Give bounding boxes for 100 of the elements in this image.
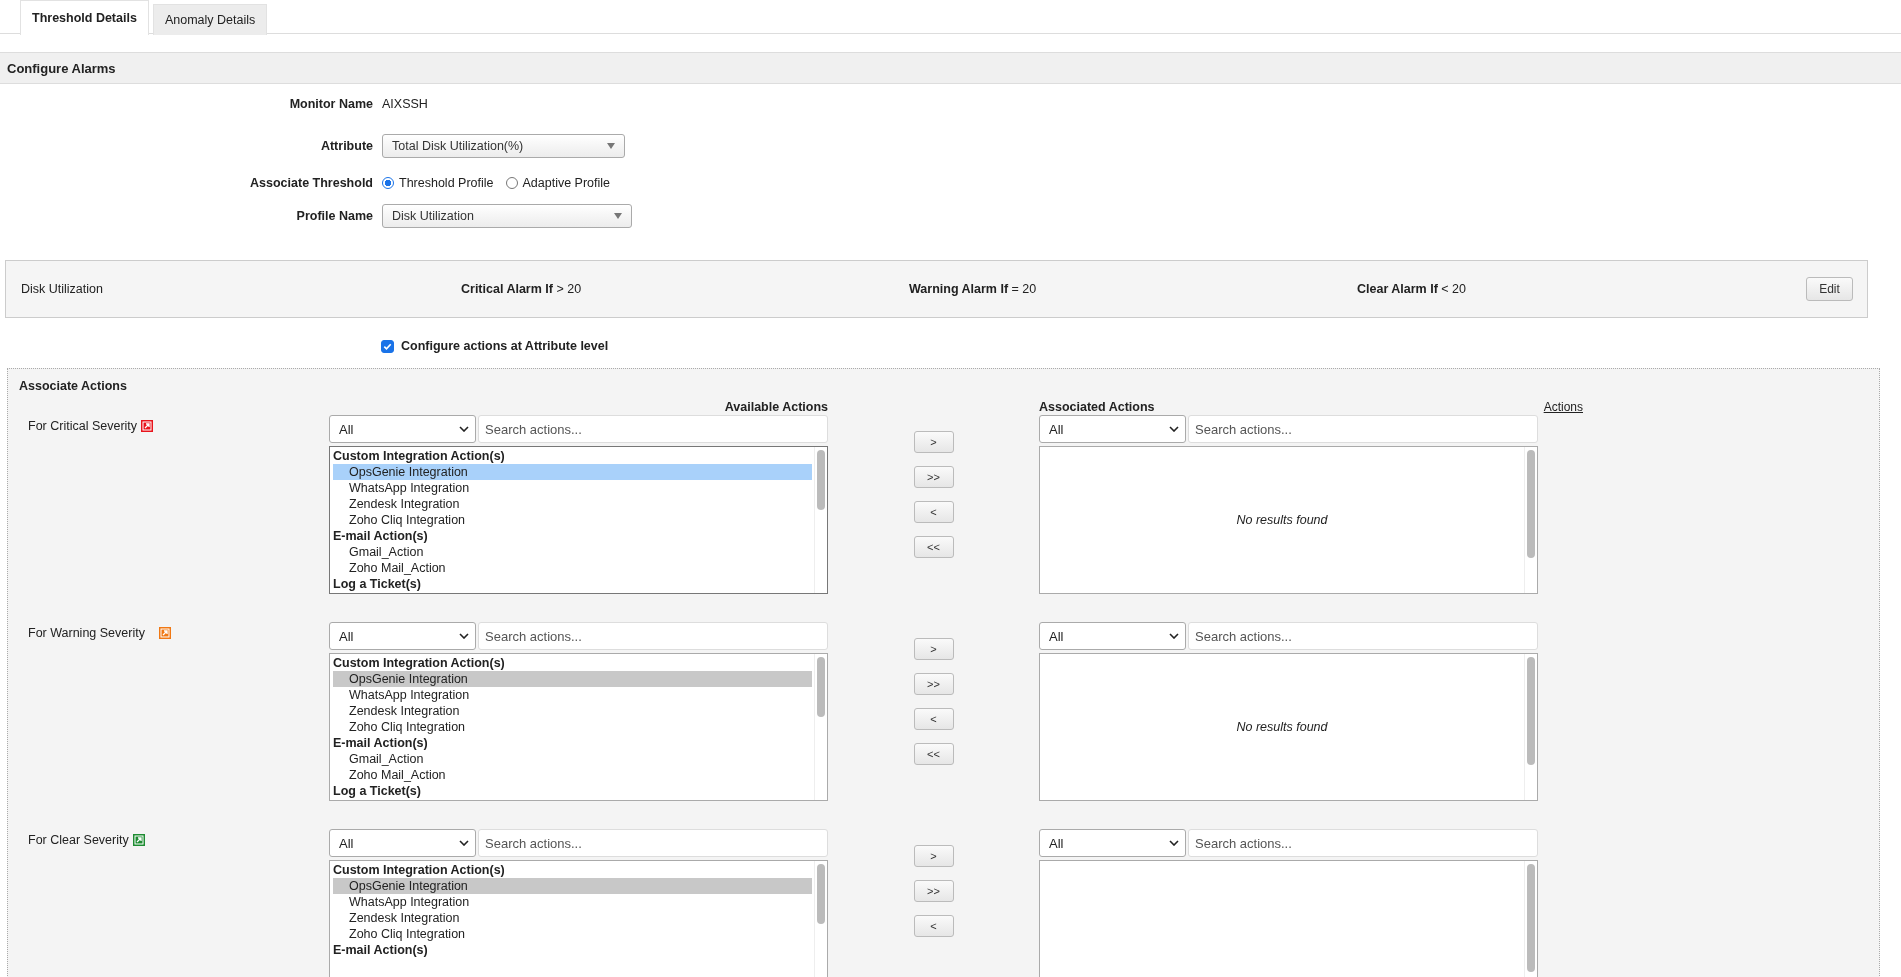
filter-select[interactable]: All (1039, 829, 1186, 857)
action-option[interactable]: Zoho Cliq Integration (333, 512, 812, 528)
action-option[interactable]: Zoho Mail_Action (333, 767, 812, 783)
action-option[interactable]: Gmail_Action (333, 544, 812, 560)
search-field[interactable]: Search actions... (1188, 415, 1538, 443)
available-actions-list[interactable]: Custom Integration Action(s) OpsGenie Integration WhatsApp Integration Zendesk Integration Zoho Cliq Integration E-mail Action(s) (329, 860, 828, 977)
action-group: Custom Integration Action(s) (333, 862, 812, 878)
checkbox[interactable] (381, 339, 394, 353)
scrollbar-thumb[interactable] (817, 864, 825, 924)
scrollbar-thumb[interactable] (817, 657, 825, 717)
move-button[interactable]: < (913, 915, 954, 937)
filter-select[interactable]: All (329, 622, 476, 650)
external-link-icon[interactable] (132, 834, 145, 846)
action-option[interactable]: Zoho Mail_Action (333, 560, 812, 576)
action-option[interactable]: WhatsApp Integration (333, 480, 812, 496)
action-group: Custom Integration Action(s) (333, 448, 812, 464)
external-link-icon[interactable] (158, 627, 171, 639)
search-field[interactable]: Search actions... (478, 415, 828, 443)
profile-name: Disk Utilization (21, 282, 104, 296)
move-button[interactable]: << (913, 743, 954, 765)
caret-icon (614, 213, 622, 219)
scrollbar-thumb[interactable] (1527, 657, 1535, 765)
action-group: Log a Ticket(s) (333, 576, 812, 592)
radio-option[interactable]: Adaptive Profile (505, 176, 611, 190)
associated-actions-list[interactable] (1039, 860, 1538, 977)
caret-icon (607, 143, 615, 149)
search-field[interactable]: Search actions... (1188, 829, 1538, 857)
panel-title: Associate Actions (19, 379, 128, 393)
search-field[interactable]: Search actions... (478, 622, 828, 650)
action-group: Custom Integration Action(s) (333, 655, 812, 671)
move-button[interactable]: > (913, 431, 954, 453)
associated-actions-list[interactable]: No results found (1039, 653, 1538, 801)
action-group: E-mail Action(s) (333, 942, 812, 958)
tab[interactable]: Threshold Details (20, 0, 149, 35)
empty-message: No results found (1236, 513, 1328, 527)
filter-select[interactable]: All (329, 415, 476, 443)
move-button[interactable]: << (913, 536, 954, 558)
search-field[interactable]: Search actions... (478, 829, 828, 857)
move-button[interactable]: < (913, 501, 954, 523)
scrollbar-thumb[interactable] (1527, 864, 1535, 972)
field-label: Profile Name (295, 209, 373, 223)
external-link-icon[interactable] (141, 420, 154, 432)
action-group: Log a Ticket(s) (333, 783, 812, 799)
action-group: E-mail Action(s) (333, 528, 812, 544)
available-actions-list[interactable]: Custom Integration Action(s) OpsGenie Integration WhatsApp Integration Zendesk Integration Zoho Cliq Integration E-mail Action(s) Gmail_Action Zoho Mail_Action Log a Ticket(s) (329, 446, 828, 594)
attribute-dropdown[interactable]: Total Disk Utilization(%) (382, 134, 625, 158)
alarm-condition: Warning Alarm If = 20 (909, 282, 1038, 296)
filter-select[interactable]: All (329, 829, 476, 857)
profile-dropdown[interactable]: Disk Utilization (382, 204, 632, 228)
chevron-icon (459, 840, 469, 846)
chevron-icon (1169, 840, 1179, 846)
section-title: Configure Alarms (7, 60, 116, 76)
scrollbar-thumb[interactable] (1527, 450, 1535, 558)
chevron-icon (1169, 426, 1179, 432)
field-label: Associate Threshold (249, 176, 373, 190)
radio-option[interactable]: Threshold Profile (382, 176, 494, 190)
radio-button[interactable] (382, 177, 394, 189)
severity-label: For Critical Severity (28, 419, 138, 433)
action-option[interactable]: WhatsApp Integration (333, 687, 812, 703)
action-option[interactable]: Zoho Cliq Integration (333, 719, 812, 735)
chevron-icon (459, 426, 469, 432)
action-option[interactable]: OpsGenie Integration (333, 464, 812, 480)
move-button[interactable]: > (913, 845, 954, 867)
action-option[interactable]: Gmail_Action (333, 751, 812, 767)
actions-link[interactable]: Actions (1538, 400, 1583, 414)
edit-button[interactable]: Edit (1806, 277, 1853, 301)
action-option[interactable]: Zendesk Integration (333, 910, 812, 926)
search-field[interactable]: Search actions... (1188, 622, 1538, 650)
monitor-name-value: AIXSSH (382, 96, 429, 113)
tab[interactable]: Anomaly Details (152, 4, 268, 35)
action-option[interactable]: OpsGenie Integration (333, 878, 812, 894)
chevron-icon (1169, 633, 1179, 639)
move-button[interactable]: >> (913, 466, 954, 488)
severity-label: For Clear Severity (28, 833, 129, 847)
available-actions-list[interactable]: Custom Integration Action(s) OpsGenie Integration WhatsApp Integration Zendesk Integration Zoho Cliq Integration E-mail Action(s) Gmail_Action Zoho Mail_Action Log a Ticket(s) (329, 653, 828, 801)
action-option[interactable]: WhatsApp Integration (333, 894, 812, 910)
severity-label: For Warning Severity (28, 626, 145, 640)
action-option[interactable]: Zoho Cliq Integration (333, 926, 812, 942)
action-group: E-mail Action(s) (333, 735, 812, 751)
field-label: Monitor Name (288, 96, 373, 113)
radio-button[interactable] (505, 177, 518, 189)
move-button[interactable]: > (913, 638, 954, 660)
chevron-icon (459, 633, 469, 639)
move-button[interactable]: >> (913, 673, 954, 695)
attribute-level-option[interactable]: Configure actions at Attribute level (381, 339, 1901, 353)
filter-select[interactable]: All (1039, 622, 1186, 650)
filter-select[interactable]: All (1039, 415, 1186, 443)
associated-actions-list[interactable]: No results found (1039, 446, 1538, 594)
move-button[interactable]: < (913, 708, 954, 730)
field-label: Attribute (319, 139, 373, 153)
move-button[interactable]: >> (913, 880, 954, 902)
alarm-condition: Clear Alarm If < 20 (1357, 282, 1467, 296)
alarm-condition: Critical Alarm If > 20 (461, 282, 583, 296)
column-heading: Available Actions (723, 400, 828, 414)
action-option[interactable]: Zendesk Integration (333, 703, 812, 719)
action-option[interactable]: OpsGenie Integration (333, 671, 812, 687)
scrollbar-thumb[interactable] (817, 450, 825, 510)
action-option[interactable]: Zendesk Integration (333, 496, 812, 512)
empty-message: No results found (1236, 720, 1328, 734)
column-heading: Associated Actions (1039, 400, 1156, 414)
